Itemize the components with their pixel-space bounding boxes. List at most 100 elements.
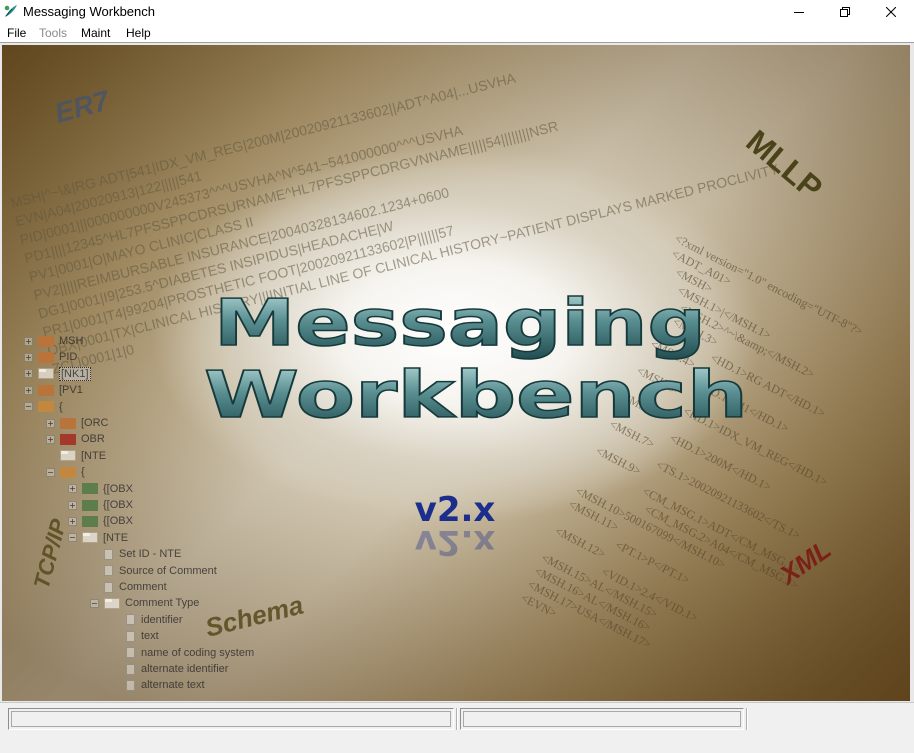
- tree-node[interactable]: name of coding system: [112, 645, 254, 661]
- tree-node-label: Set ID - NTE: [119, 548, 182, 561]
- tree-node[interactable]: {[OBX: [68, 513, 133, 529]
- tree-node-label: [NTE: [81, 449, 107, 462]
- tree-node-label: [NTE: [103, 531, 129, 544]
- tree-node[interactable]: Source of Comment: [90, 563, 217, 579]
- folder-icon: [82, 532, 98, 544]
- message-structure-tree: MSH PID [NK1] [PV1 { [ORC OBR [NTE { {[OBX {[OBX {[…: [24, 333, 324, 701]
- tree-node[interactable]: OBR: [46, 431, 105, 447]
- tree-node[interactable]: Comment Type: [90, 595, 199, 611]
- tree-node[interactable]: Comment: [90, 579, 167, 595]
- folder-icon: [60, 417, 76, 429]
- expand-icon[interactable]: [24, 369, 33, 379]
- tree-node-label: text: [141, 630, 159, 643]
- expand-icon[interactable]: [68, 500, 77, 510]
- minimize-button[interactable]: [776, 0, 822, 24]
- expand-icon[interactable]: [68, 516, 77, 526]
- version-reflection: v2.x: [415, 522, 496, 562]
- tree-node-label: {[OBX: [103, 499, 133, 511]
- xml-line: <MSH.12>: [553, 524, 608, 561]
- app-feather-icon: [4, 5, 17, 17]
- tree-node-label: identifier: [141, 613, 183, 626]
- menu-maint[interactable]: Maint: [81, 26, 110, 40]
- expand-icon[interactable]: [46, 418, 55, 428]
- tree-node[interactable]: Set ID - NTE: [90, 546, 181, 562]
- tree-node-label: PID: [59, 351, 78, 364]
- tree-node[interactable]: identifier: [112, 612, 183, 628]
- xml-line: <CM_MSG.2>A04</CM_MSG.2>: [642, 502, 800, 592]
- tree-node[interactable]: alternate identifier: [112, 661, 228, 677]
- tree-node-label: [NK1]: [59, 366, 91, 381]
- folder-icon: [82, 515, 98, 527]
- expand-icon[interactable]: [24, 352, 33, 362]
- tree-node[interactable]: [NK1]: [24, 366, 91, 382]
- tree-node-label: OBR: [81, 433, 105, 446]
- folder-icon: [38, 335, 54, 347]
- tree-node[interactable]: {: [24, 399, 63, 415]
- field-icon: [104, 548, 113, 560]
- tree-node[interactable]: text: [112, 628, 159, 644]
- collapse-icon[interactable]: [46, 467, 55, 477]
- menu-tools[interactable]: Tools: [39, 26, 67, 40]
- folder-icon: [38, 368, 54, 380]
- window-title: Messaging Workbench: [23, 4, 155, 19]
- menu-file[interactable]: File: [7, 26, 26, 40]
- field-icon: [126, 663, 135, 675]
- tree-node-label: alternate identifier: [141, 663, 229, 675]
- tree-node[interactable]: alternate text: [112, 677, 205, 693]
- tree-node-label: [PV1: [59, 384, 83, 397]
- status-panel-secondary: [460, 708, 744, 730]
- close-icon: [886, 7, 896, 17]
- tree-node[interactable]: {[OBX: [68, 481, 133, 497]
- expand-icon[interactable]: [24, 336, 33, 346]
- tree-node-label: alternate text: [141, 679, 205, 692]
- field-icon: [104, 581, 113, 593]
- field-icon: [126, 679, 135, 691]
- tree-node[interactable]: [PV1: [24, 382, 83, 398]
- tree-node[interactable]: [ORC: [46, 415, 109, 431]
- field-icon: [126, 630, 135, 642]
- tree-node-label: {[OBX: [103, 482, 133, 495]
- tree-node-label: {: [81, 466, 85, 479]
- status-bar: [0, 702, 914, 753]
- expand-icon[interactable]: [68, 484, 77, 494]
- expand-icon[interactable]: [24, 385, 33, 395]
- tree-node-label: Source of Comment: [119, 564, 217, 577]
- er7-label: ER7: [52, 84, 114, 128]
- menu-bar: File Tools Maint Help: [0, 24, 914, 42]
- main-canvas: MSH|^~\&|RG ADT|541|IDX_VM_REG|200M|2002…: [0, 42, 914, 702]
- restore-button[interactable]: [822, 0, 868, 24]
- tree-node[interactable]: {: [46, 464, 85, 480]
- folder-icon: [82, 483, 98, 495]
- tree-node[interactable]: {[OBX: [68, 497, 133, 513]
- collapse-icon[interactable]: [24, 402, 33, 412]
- title-bar: Messaging Workbench: [0, 0, 914, 24]
- tree-node[interactable]: [NTE: [68, 530, 128, 546]
- restore-icon: [840, 7, 850, 17]
- tree-node-label: name of coding system: [141, 646, 255, 659]
- tree-node-label: [ORC: [81, 417, 109, 429]
- tree-node-label: MSH: [59, 335, 84, 347]
- tree-node[interactable]: PID: [24, 349, 77, 365]
- folder-icon: [82, 499, 98, 511]
- mllp-label: MLLP: [740, 123, 830, 207]
- collapse-icon[interactable]: [68, 533, 77, 543]
- folder-icon: [38, 351, 54, 363]
- expand-icon[interactable]: [46, 434, 55, 444]
- collapse-icon[interactable]: [90, 598, 99, 608]
- tree-node-label: Comment Type: [125, 597, 200, 610]
- folder-icon: [38, 384, 54, 396]
- minimize-icon: [794, 12, 804, 13]
- field-icon: [104, 565, 113, 577]
- tree-node[interactable]: MSH: [24, 333, 83, 349]
- folder-icon: [104, 597, 120, 609]
- tree-node-label: Comment: [119, 581, 167, 593]
- folder-icon: [38, 401, 54, 413]
- field-icon: [126, 614, 135, 626]
- folder-icon: [60, 466, 76, 478]
- tree-node-label: {: [59, 400, 63, 413]
- status-panel-main: [8, 708, 454, 730]
- field-icon: [126, 647, 135, 659]
- menu-help[interactable]: Help: [126, 26, 151, 40]
- tree-node[interactable]: [NTE: [46, 448, 106, 464]
- close-button[interactable]: [868, 0, 914, 24]
